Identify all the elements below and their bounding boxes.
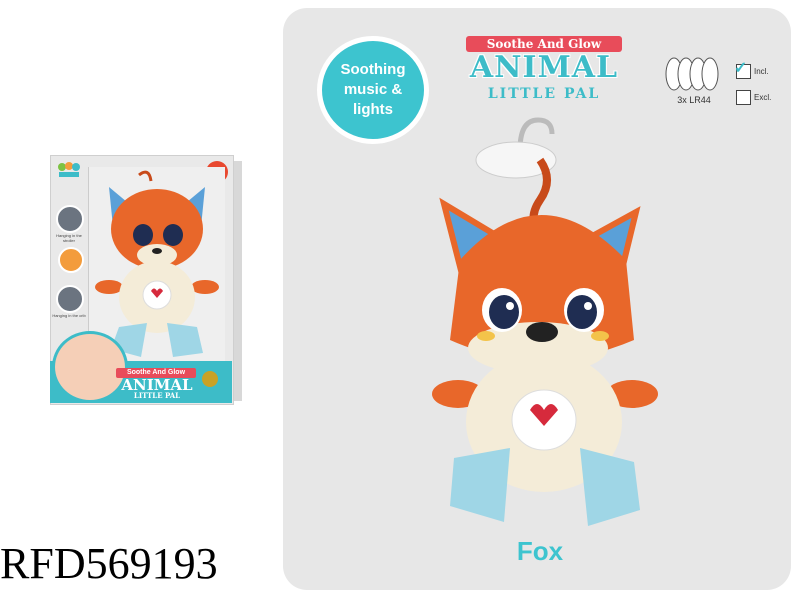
feature-bubble: Soothing music & lights	[317, 36, 429, 144]
stroller-photo	[56, 205, 84, 233]
safe-badge-icon	[58, 247, 84, 273]
battery-icon	[665, 57, 719, 91]
brand-logo	[58, 162, 80, 177]
fox-toy-image	[432, 117, 658, 526]
product-code: RFD569193	[0, 539, 218, 588]
feature-text: Soothing music & lights	[340, 61, 406, 118]
quality-badge-icon	[202, 371, 218, 387]
crib-caption: Hanging in the crib	[52, 313, 86, 318]
checkmark-icon: ✓	[734, 60, 748, 77]
logo-subtitle: LITTLE PAL	[487, 86, 601, 102]
animal-name: Fox	[516, 536, 564, 566]
logo-title: ANIMAL	[469, 50, 619, 85]
crib-photo	[56, 285, 84, 313]
box-window	[88, 167, 225, 363]
included-label: Incl.	[754, 67, 769, 76]
product-box-image: 6 Hanging in the stroller Hanging in the…	[50, 155, 242, 405]
stroller-caption: Hanging in the stroller	[56, 233, 82, 243]
box-subtitle: LITTLE PAL	[133, 391, 181, 400]
battery-label: 3x LR44	[677, 95, 711, 105]
excluded-checkbox	[736, 90, 751, 105]
box-title: ANIMAL	[121, 376, 193, 394]
excluded-label: Excl.	[754, 93, 772, 102]
boxed-fox-toy	[95, 170, 219, 357]
